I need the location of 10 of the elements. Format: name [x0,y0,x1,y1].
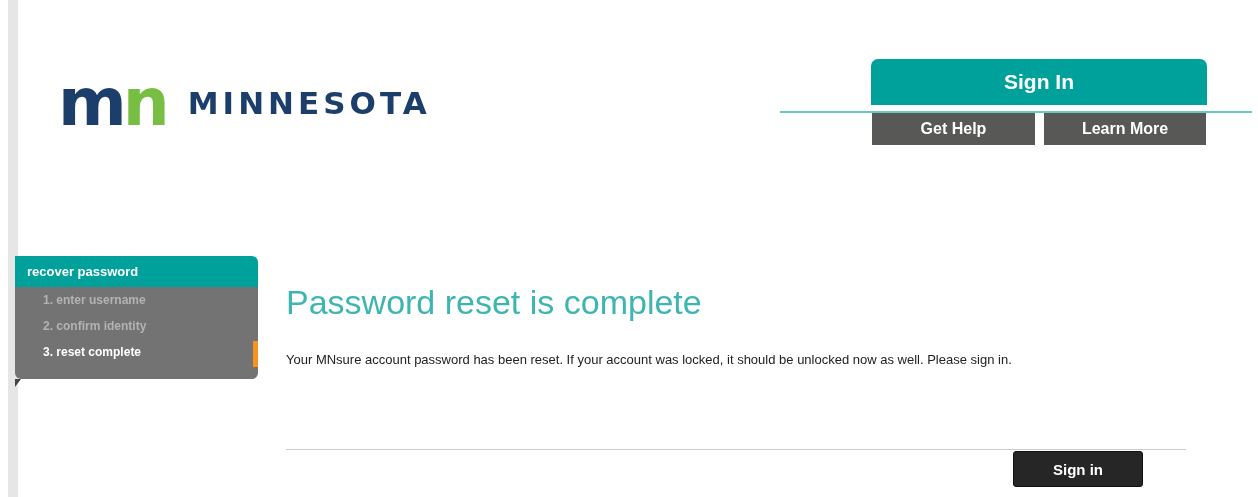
fold-tip-icon [15,379,21,387]
step-item: 2. confirm identity [42,318,148,335]
page-heading: Password reset is complete [286,283,703,322]
logo-wordmark: MINNESOTA [187,85,431,121]
header-button[interactable]: Learn More [1044,113,1206,145]
sidebar-title: recover password [15,256,258,287]
message-text: Your MNsure account password has been reset. If your account was locked, it should be unlocked now as well. Please sign in. [286,352,1013,367]
sign-in-button[interactable]: Sign in [1013,451,1143,487]
header-button[interactable]: Get Help [872,113,1035,145]
step-item: 1. enter username [42,292,147,309]
